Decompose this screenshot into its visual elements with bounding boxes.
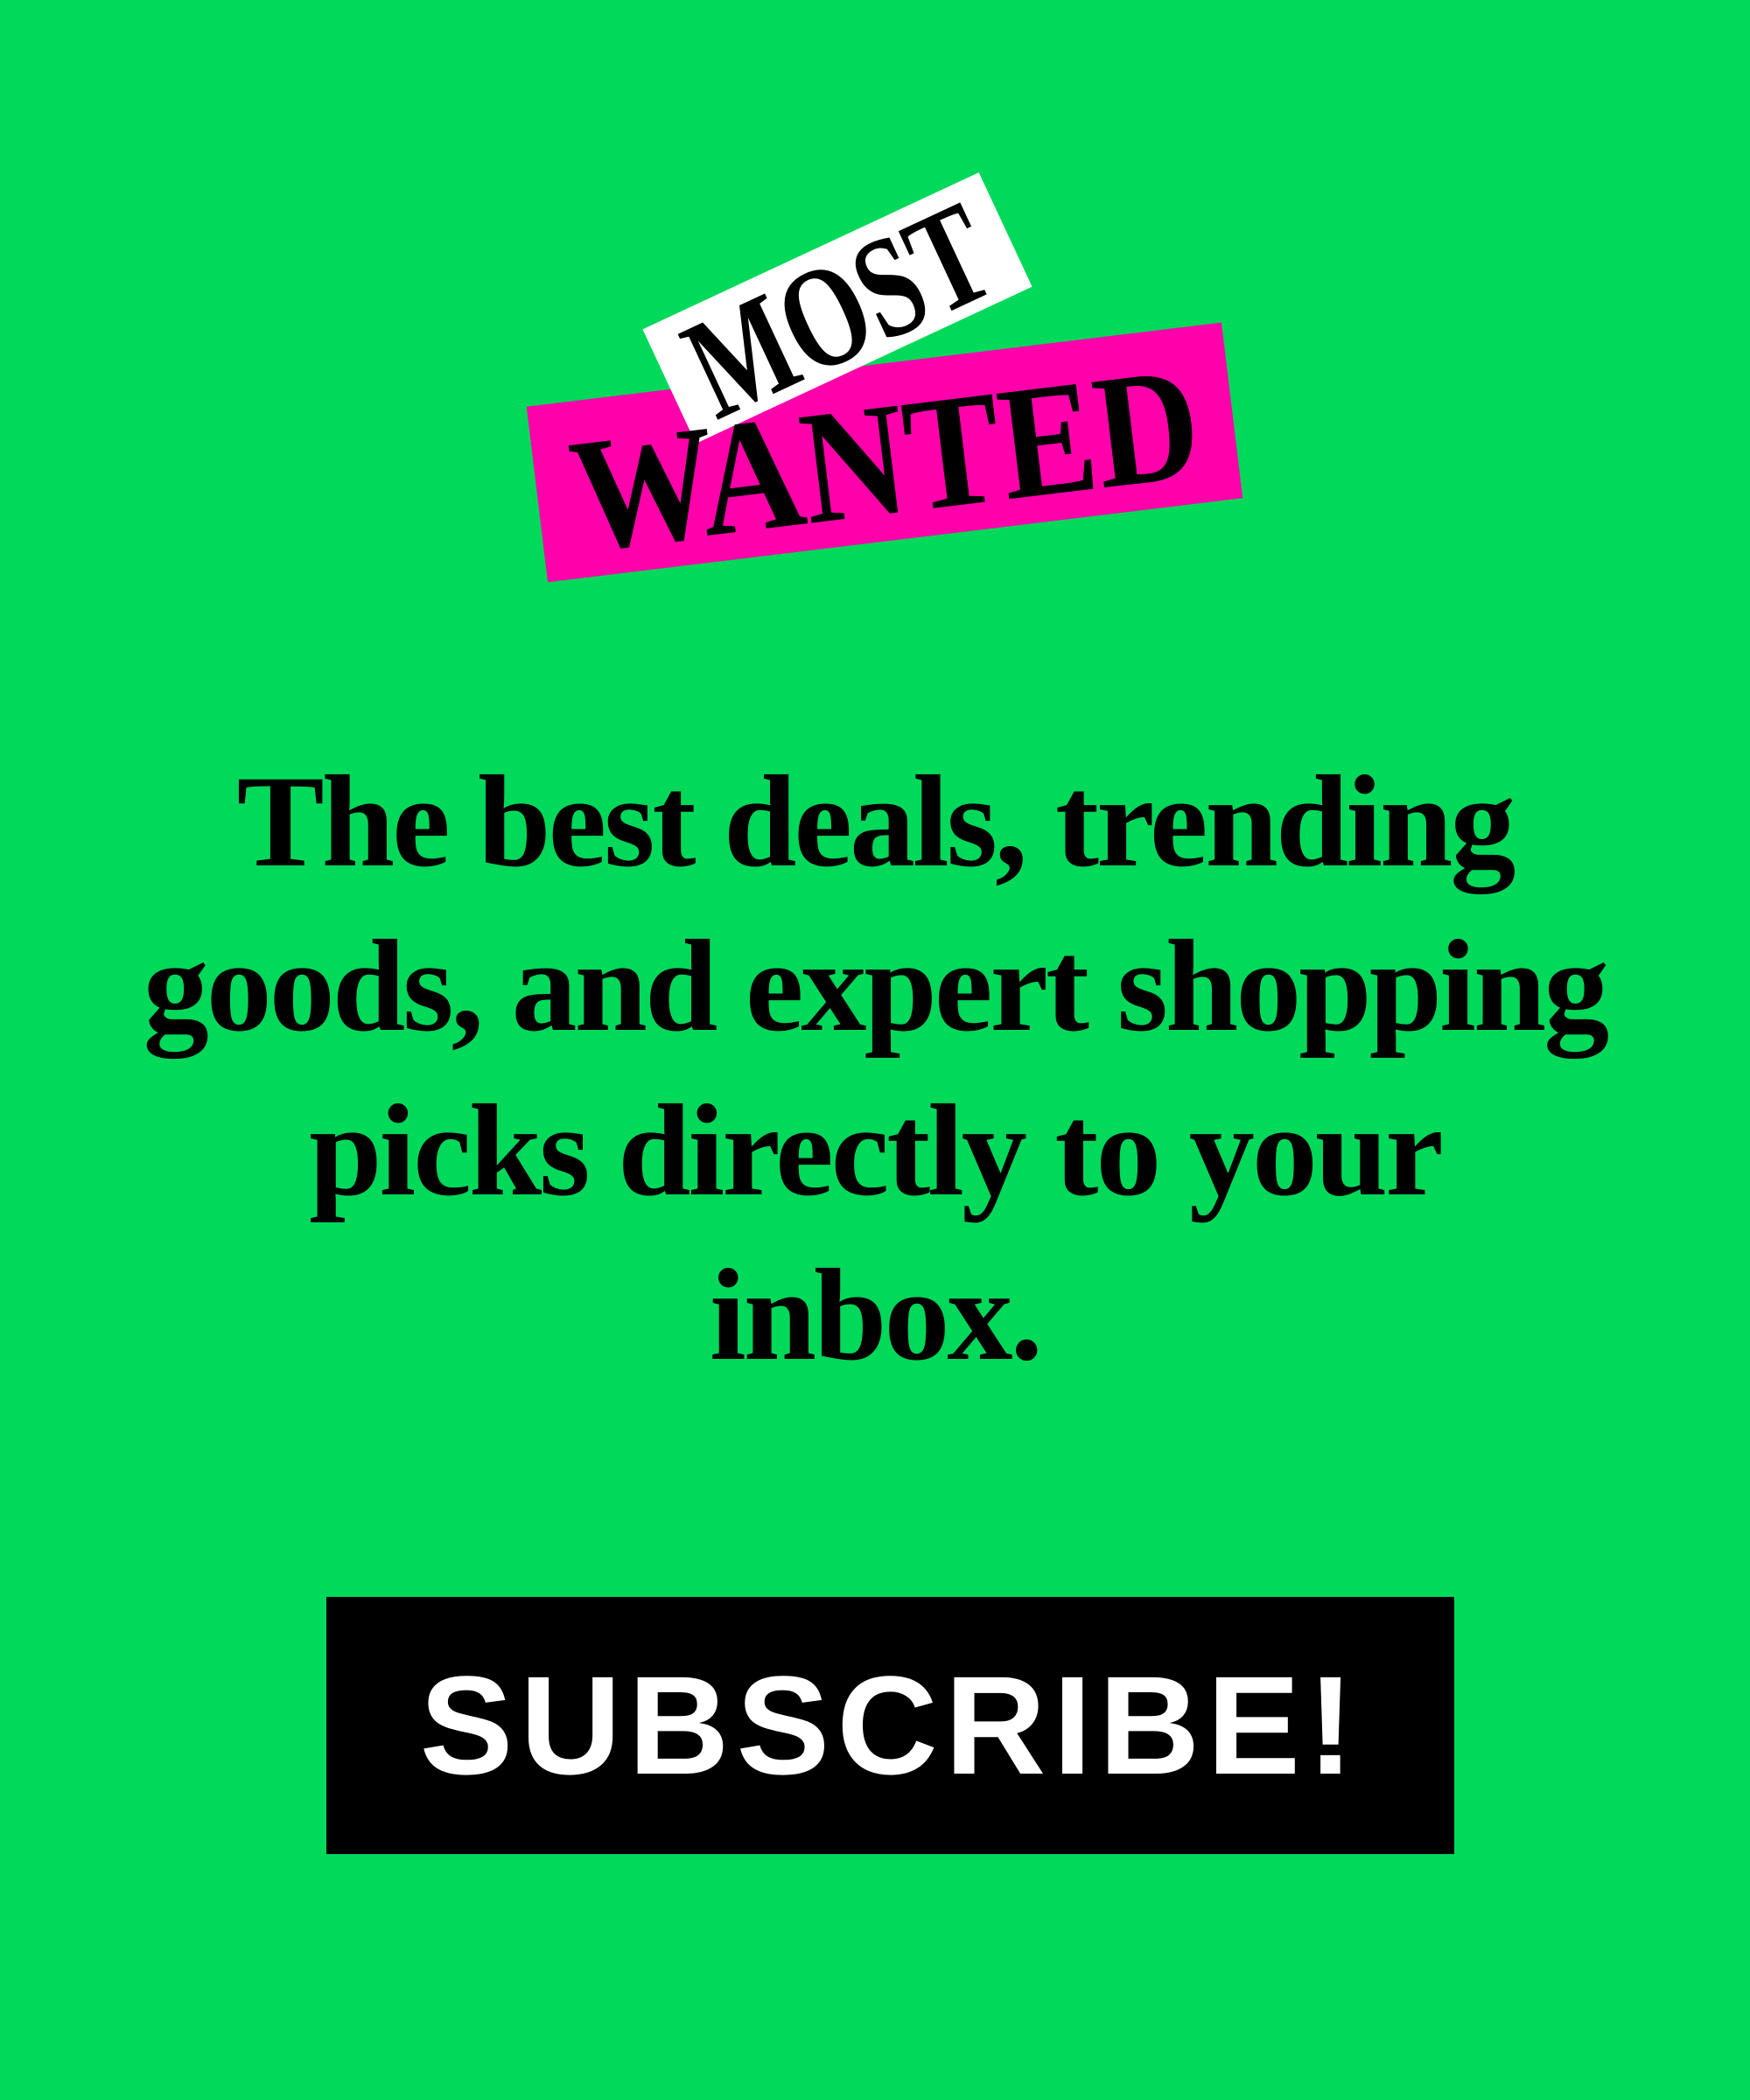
headline: The best deals, trending goods, and expe… [143, 749, 1610, 1388]
subscribe-button[interactable]: SUBSCRIBE! [326, 1597, 1454, 1854]
most-wanted-logo: WANTED MOST [526, 171, 1243, 586]
